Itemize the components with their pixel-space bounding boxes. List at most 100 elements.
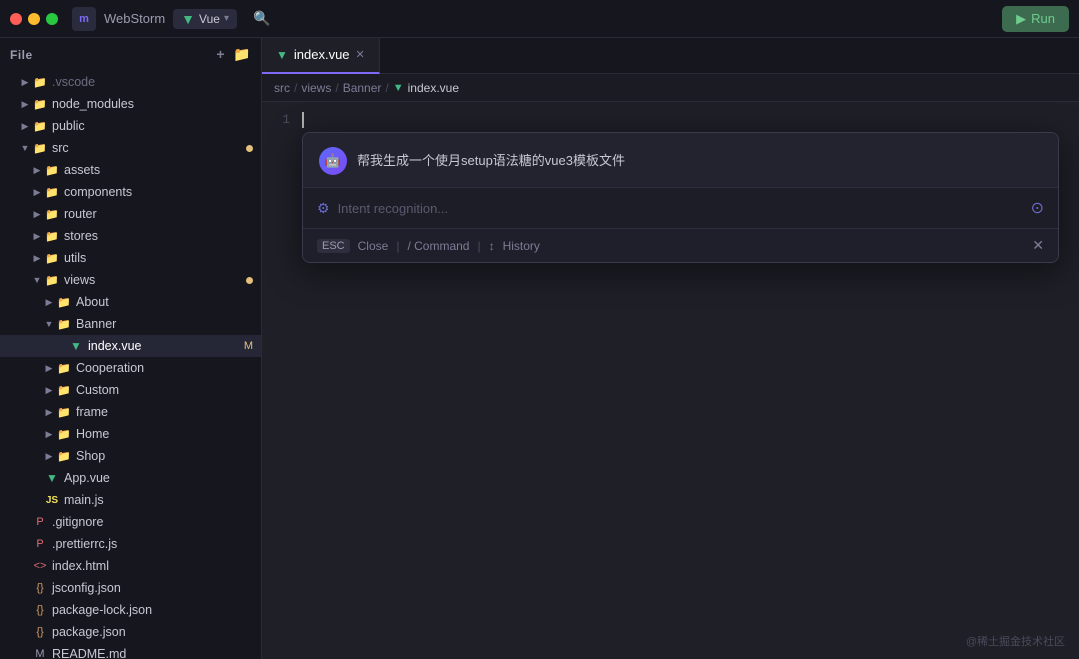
sidebar: File + 📁 ▶ 📁 .vscode ▶ 📁 node_modules ▶	[0, 38, 262, 659]
sidebar-item-stores[interactable]: ▶ 📁 stores	[0, 225, 261, 247]
sidebar-item-shop[interactable]: ▶ 📁 Shop	[0, 445, 261, 467]
sidebar-item-src[interactable]: ▼ 📁 src	[0, 137, 261, 159]
footer-sep: |	[396, 239, 399, 253]
file-label: stores	[64, 229, 261, 243]
chevron-down-icon: ▼	[42, 317, 56, 331]
new-folder-icon[interactable]: 📁	[233, 46, 251, 63]
sidebar-item-components[interactable]: ▶ 📁 components	[0, 181, 261, 203]
folder-icon: 📁	[32, 118, 48, 134]
sidebar-item-frame[interactable]: ▶ 📁 frame	[0, 401, 261, 423]
ai-avatar: 🤖	[319, 147, 347, 175]
file-label: App.vue	[64, 471, 261, 485]
sidebar-item-jsconfig[interactable]: {} jsconfig.json	[0, 577, 261, 599]
chevron-right-icon: ▶	[42, 449, 56, 463]
sidebar-item-node-modules[interactable]: ▶ 📁 node_modules	[0, 93, 261, 115]
footer-sep-2: |	[477, 239, 480, 253]
breadcrumb-views[interactable]: views	[301, 81, 331, 95]
sidebar-item-vscode[interactable]: ▶ 📁 .vscode	[0, 71, 261, 93]
app-title: WebStorm	[104, 11, 165, 26]
new-file-icon[interactable]: +	[216, 46, 225, 63]
history-label[interactable]: History	[503, 239, 540, 253]
ai-avatar-text: 🤖	[325, 153, 341, 169]
sidebar-item-public[interactable]: ▶ 📁 public	[0, 115, 261, 137]
sidebar-header: File + 📁	[0, 38, 261, 71]
search-button[interactable]: 🔍	[253, 10, 270, 27]
ai-footer: ESC Close | / Command | ↕ History ✕	[303, 228, 1058, 262]
breadcrumb-sep-1: /	[294, 81, 297, 95]
file-label: .vscode	[52, 75, 261, 89]
ai-dialog: 🤖 帮我生成一个使月setup语法糖的vue3模板文件 ⚙ ⊙ ESC Clos…	[302, 132, 1059, 263]
breadcrumb-src[interactable]: src	[274, 81, 290, 95]
close-label[interactable]: Close	[358, 239, 389, 253]
run-button[interactable]: ▶ Run	[1002, 6, 1069, 32]
folder-icon: 📁	[56, 382, 72, 398]
sidebar-item-prettierrc[interactable]: P .prettierrc.js	[0, 533, 261, 555]
line-number-1: 1	[262, 112, 290, 127]
folder-icon: 📁	[44, 162, 60, 178]
folder-icon: 📁	[56, 448, 72, 464]
json-file-icon: {}	[32, 602, 48, 618]
modified-badge	[246, 277, 253, 284]
js-file-icon: JS	[44, 492, 60, 508]
traffic-lights	[10, 13, 58, 25]
vue-file-icon: ▼	[44, 470, 60, 486]
sidebar-item-banner[interactable]: ▼ 📁 Banner	[0, 313, 261, 335]
sidebar-title: File	[10, 48, 33, 62]
sidebar-item-index-vue[interactable]: ▼ index.vue M	[0, 335, 261, 357]
sidebar-item-readme[interactable]: M README.md	[0, 643, 261, 659]
tab-bar: ▼ index.vue ✕	[262, 38, 1079, 74]
file-label: Home	[76, 427, 261, 441]
command-label[interactable]: / Command	[407, 239, 469, 253]
sidebar-item-gitignore[interactable]: P .gitignore	[0, 511, 261, 533]
sidebar-item-home[interactable]: ▶ 📁 Home	[0, 423, 261, 445]
file-label: components	[64, 185, 261, 199]
file-label: .gitignore	[52, 515, 261, 529]
folder-icon: 📁	[44, 272, 60, 288]
esc-key: ESC	[317, 239, 350, 253]
editor-content[interactable]: 1 🤖 帮我生成一个使月setup语法糖的vue3模板文件 ⚙	[262, 102, 1079, 659]
close-dialog-button[interactable]: ✕	[1032, 237, 1044, 254]
modified-badge	[246, 145, 253, 152]
folder-icon: 📁	[44, 184, 60, 200]
breadcrumb-banner[interactable]: Banner	[343, 81, 382, 95]
file-label: Banner	[76, 317, 261, 331]
tab-label: index.vue	[294, 47, 350, 62]
close-tab-button[interactable]: ✕	[356, 48, 365, 61]
sidebar-item-app-vue[interactable]: ▼ App.vue	[0, 467, 261, 489]
sidebar-item-utils[interactable]: ▶ 📁 utils	[0, 247, 261, 269]
sidebar-item-main-js[interactable]: JS main.js	[0, 489, 261, 511]
title-bar: m WebStorm ▼ Vue ▾ 🔍 ▶ Run	[0, 0, 1079, 38]
sidebar-item-cooperation[interactable]: ▶ 📁 Cooperation	[0, 357, 261, 379]
modified-badge-m: M	[244, 340, 253, 352]
p-file-icon: P	[32, 536, 48, 552]
minimize-window-button[interactable]	[28, 13, 40, 25]
file-tree: ▶ 📁 .vscode ▶ 📁 node_modules ▶ 📁 public …	[0, 71, 261, 659]
sidebar-item-index-html[interactable]: <> index.html	[0, 555, 261, 577]
file-label: README.md	[52, 647, 261, 659]
chevron-right-icon: ▶	[42, 427, 56, 441]
title-bar-right: ▶ Run	[1002, 6, 1069, 32]
file-label: utils	[64, 251, 261, 265]
sidebar-item-views[interactable]: ▼ 📁 views	[0, 269, 261, 291]
file-label: package-lock.json	[52, 603, 261, 617]
chevron-right-icon: ▶	[30, 207, 44, 221]
watermark-text: @稀土掘金技术社区	[966, 636, 1065, 648]
sidebar-item-about[interactable]: ▶ 📁 About	[0, 291, 261, 313]
folder-icon: 📁	[56, 360, 72, 376]
sidebar-item-custom[interactable]: ▶ 📁 Custom	[0, 379, 261, 401]
vue-badge[interactable]: ▼ Vue ▾	[173, 9, 237, 29]
sidebar-item-package[interactable]: {} package.json	[0, 621, 261, 643]
folder-icon: 📁	[32, 140, 48, 156]
sidebar-item-router[interactable]: ▶ 📁 router	[0, 203, 261, 225]
ai-prompt-input[interactable]	[338, 201, 1023, 216]
sidebar-item-assets[interactable]: ▶ 📁 assets	[0, 159, 261, 181]
sidebar-item-package-lock[interactable]: {} package-lock.json	[0, 599, 261, 621]
chevron-right-icon: ▶	[18, 97, 32, 111]
close-window-button[interactable]	[10, 13, 22, 25]
ai-submit-button[interactable]: ⊙	[1031, 198, 1044, 218]
app-logo: m	[72, 7, 96, 31]
tab-index-vue[interactable]: ▼ index.vue ✕	[262, 38, 380, 74]
breadcrumb-vue-icon: ▼	[393, 82, 404, 94]
maximize-window-button[interactable]	[46, 13, 58, 25]
file-label: .prettierrc.js	[52, 537, 261, 551]
